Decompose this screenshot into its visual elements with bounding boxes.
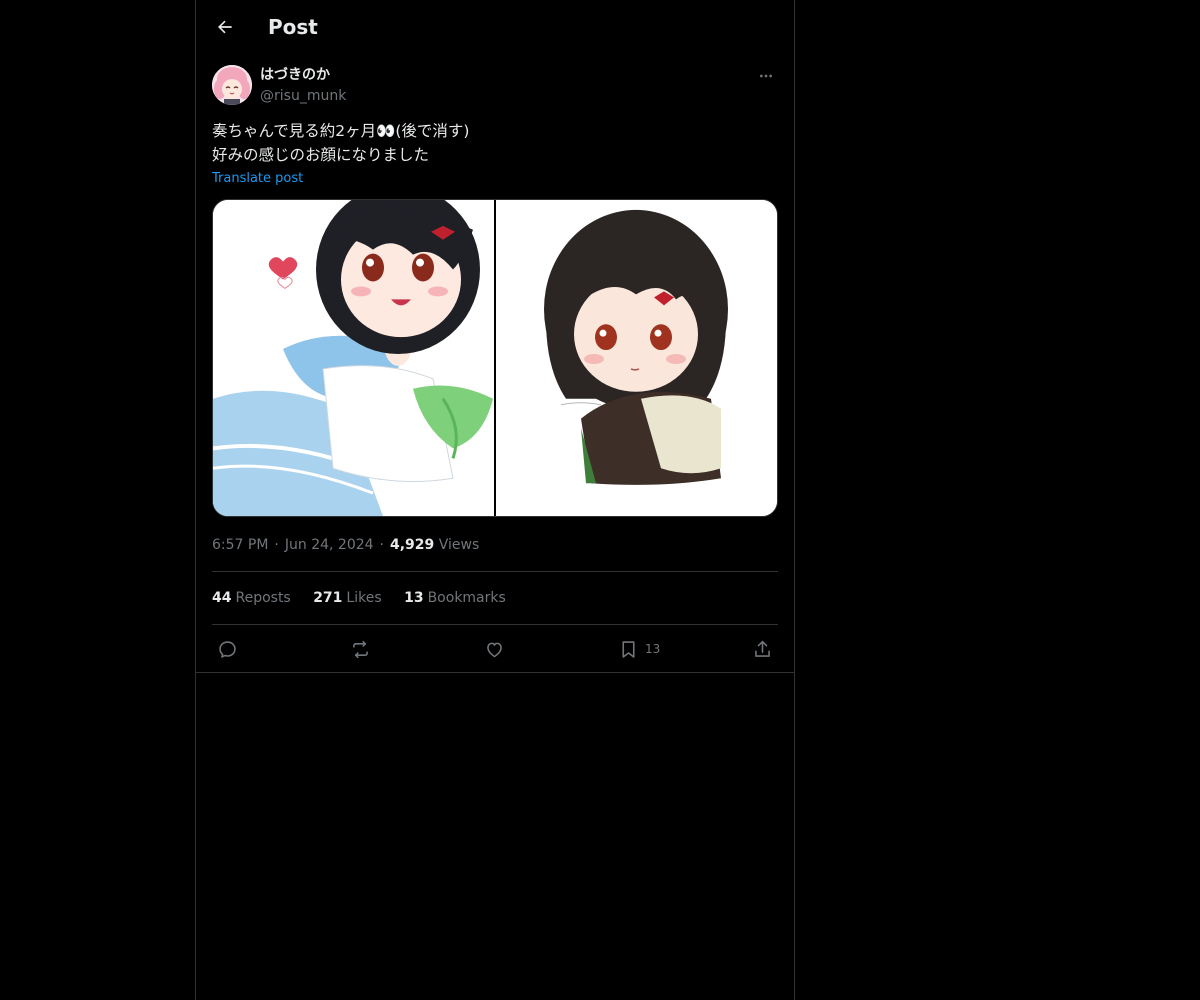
post-stats: 44 Reposts 271 Likes 13 Bookmarks (212, 588, 524, 608)
views-label: Views (438, 537, 480, 553)
page-title: Post (268, 15, 318, 39)
translate-post-link[interactable]: Translate post (212, 170, 303, 188)
avatar-image (212, 65, 252, 105)
user-handle[interactable]: @risu_munk (260, 86, 346, 106)
post-date[interactable]: Jun 24, 2024 (285, 537, 374, 553)
media-image-left[interactable] (213, 200, 494, 516)
like-button[interactable] (484, 636, 505, 662)
separator-dot: · (274, 537, 279, 553)
likes-stat[interactable]: 271 Likes (313, 590, 381, 606)
more-icon (760, 74, 772, 78)
reposts-label: Reposts (235, 590, 291, 606)
divider (196, 672, 794, 673)
bookmarks-count: 13 (404, 590, 424, 606)
header-bar: Post (196, 0, 794, 54)
action-bar: 13 (212, 636, 778, 662)
likes-label: Likes (346, 590, 382, 606)
likes-count: 271 (313, 590, 343, 606)
post-media[interactable] (212, 199, 778, 517)
media-image-right[interactable] (496, 200, 777, 516)
bookmark-count: 13 (645, 642, 661, 656)
views-count: 4,929 (390, 537, 435, 553)
post-meta: 6:57 PM · Jun 24, 2024 · 4,929 Views (212, 535, 479, 555)
post-time[interactable]: 6:57 PM (212, 537, 268, 553)
more-button[interactable] (754, 66, 778, 86)
divider (212, 571, 778, 572)
display-name[interactable]: はづきのか (260, 65, 330, 85)
arrow-left-icon (218, 20, 232, 34)
repost-icon (353, 640, 368, 658)
reposts-count: 44 (212, 590, 232, 606)
reposts-stat[interactable]: 44 Reposts (212, 590, 291, 606)
share-button[interactable] (752, 636, 773, 662)
reply-icon (219, 640, 236, 658)
separator-dot: · (379, 537, 384, 553)
back-button[interactable] (208, 10, 242, 44)
repost-button[interactable] (350, 636, 371, 662)
post-text-line: 奏ちゃんで見る約2ヶ月👀(後で消す) (212, 122, 470, 140)
post-author: はづきのか @risu_munk (212, 64, 778, 108)
primary-column: Post はづきのか @risu_munk 奏ちゃんで見る約2ヶ月👀(後で消す)… (195, 0, 795, 1000)
bookmark-icon (622, 640, 635, 658)
bookmark-button[interactable]: 13 (618, 636, 660, 662)
share-icon (755, 640, 770, 657)
post-text-line: 好みの感じのお顔になりました (212, 146, 430, 164)
bookmarks-label: Bookmarks (427, 590, 506, 606)
post-text: 奏ちゃんで見る約2ヶ月👀(後で消す) 好みの感じのお顔になりました (212, 119, 772, 167)
avatar[interactable] (212, 65, 252, 105)
reply-button[interactable] (217, 636, 238, 662)
like-icon (487, 642, 502, 657)
bookmarks-stat[interactable]: 13 Bookmarks (404, 590, 506, 606)
divider (212, 624, 778, 625)
